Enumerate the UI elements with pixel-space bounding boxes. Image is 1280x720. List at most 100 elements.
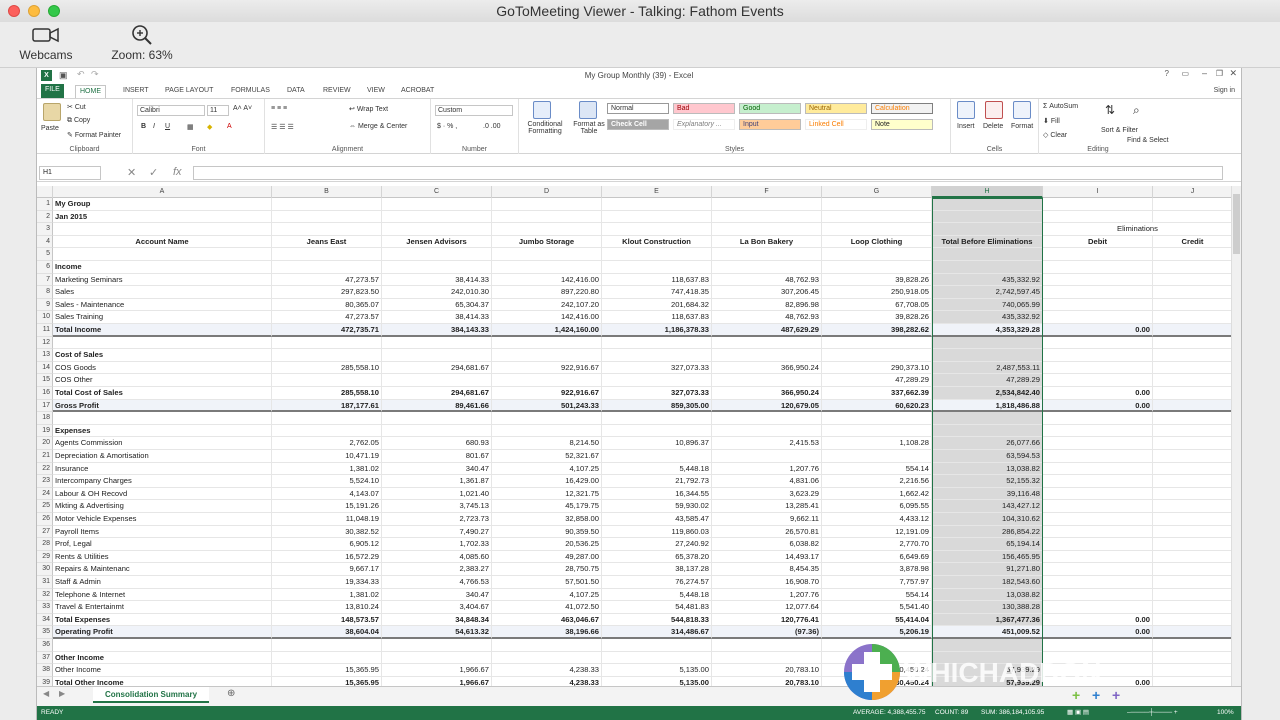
row-number[interactable]: 2: [37, 210, 53, 224]
row-number[interactable]: 39: [37, 676, 53, 686]
italic-button[interactable]: I: [153, 123, 155, 130]
cell-i13[interactable]: [1043, 349, 1153, 362]
cell-a29[interactable]: Rents & Utilities: [53, 550, 272, 564]
cell-f11[interactable]: 487,629.29: [712, 324, 822, 337]
cell-d7[interactable]: 142,416.00: [492, 273, 602, 287]
ribbon-display-icon[interactable]: ▭: [1181, 69, 1189, 78]
cell-c28[interactable]: 1,702.33: [382, 538, 492, 551]
row-number[interactable]: 3: [37, 223, 53, 236]
cell-g33[interactable]: 5,541.40: [822, 601, 932, 614]
column-header-b[interactable]: B: [272, 186, 382, 198]
cell-i5[interactable]: [1043, 248, 1153, 261]
cell-i9[interactable]: [1043, 298, 1153, 312]
cell-j22[interactable]: [1153, 462, 1233, 476]
cell-e36[interactable]: [602, 639, 712, 652]
column-header-e[interactable]: E: [602, 186, 712, 198]
cell-j17[interactable]: [1153, 399, 1233, 413]
cell-g11[interactable]: 398,282.62: [822, 324, 932, 337]
cell-e15[interactable]: [602, 374, 712, 387]
cell-j28[interactable]: [1153, 538, 1233, 551]
cell-i20[interactable]: [1043, 437, 1153, 450]
cell-a19[interactable]: Expenses: [53, 424, 272, 438]
cell-g27[interactable]: 12,191.09: [822, 525, 932, 539]
cell-g7[interactable]: 39,828.26: [822, 273, 932, 287]
cell-j24[interactable]: [1153, 487, 1233, 501]
cell-d20[interactable]: 8,214.50: [492, 437, 602, 450]
cell-j12[interactable]: [1153, 336, 1233, 350]
cell-j9[interactable]: [1153, 298, 1233, 312]
cell-d5[interactable]: [492, 248, 602, 261]
close-icon[interactable]: ✕: [1229, 68, 1237, 79]
font-size-select[interactable]: 11: [207, 105, 229, 116]
cell-c17[interactable]: 89,461.66: [382, 399, 492, 413]
cell-b7[interactable]: 47,273.57: [272, 273, 382, 287]
cell-d23[interactable]: 16,429.00: [492, 475, 602, 488]
cell-f27[interactable]: 26,570.81: [712, 525, 822, 539]
cell-a13[interactable]: Cost of Sales: [53, 349, 272, 362]
cell-a38[interactable]: Other Income: [53, 664, 272, 677]
cell-d4[interactable]: Jumbo Storage: [492, 235, 602, 249]
column-header-g[interactable]: G: [822, 186, 932, 198]
cell-i4[interactable]: Debit: [1043, 235, 1153, 249]
cell-d38[interactable]: 4,238.33: [492, 664, 602, 677]
cell-h35[interactable]: 451,009.52: [932, 626, 1043, 639]
cell-a17[interactable]: Gross Profit: [53, 399, 272, 413]
cell-a16[interactable]: Total Cost of Sales: [53, 387, 272, 400]
cell-h15[interactable]: 47,289.29: [932, 374, 1043, 387]
cell-b6[interactable]: [272, 261, 382, 274]
row-number[interactable]: 23: [37, 475, 53, 488]
cell-d37[interactable]: [492, 651, 602, 665]
row-number[interactable]: 18: [37, 412, 53, 425]
cell-a33[interactable]: Travel & Entertainmt: [53, 601, 272, 614]
cell-h11[interactable]: 4,353,329.28: [932, 324, 1043, 337]
cell-a35[interactable]: Operating Profit: [53, 626, 272, 639]
row-number[interactable]: 15: [37, 374, 53, 387]
cell-c9[interactable]: 65,304.37: [382, 298, 492, 312]
cell-c4[interactable]: Jensen Advisors: [382, 235, 492, 249]
add-sheet-icon[interactable]: ⊕: [227, 688, 235, 699]
cell-a28[interactable]: Prof, Legal: [53, 538, 272, 551]
row-number[interactable]: 4: [37, 235, 53, 249]
cell-i27[interactable]: [1043, 525, 1153, 539]
cell-b26[interactable]: 11,048.19: [272, 513, 382, 526]
cell-a18[interactable]: [53, 412, 272, 425]
underline-button[interactable]: U: [165, 123, 170, 130]
cell-b4[interactable]: Jeans East: [272, 235, 382, 249]
cell-h31[interactable]: 182,543.60: [932, 576, 1043, 589]
column-header-j[interactable]: J: [1153, 186, 1233, 198]
cell-f14[interactable]: 366,950.24: [712, 361, 822, 375]
cell-g18[interactable]: [822, 412, 932, 425]
cell-e30[interactable]: 38,137.28: [602, 563, 712, 576]
row-number[interactable]: 20: [37, 437, 53, 450]
merge-center-button[interactable]: ⇔ Merge & Center: [349, 123, 407, 130]
cell-c36[interactable]: [382, 639, 492, 652]
cell-e14[interactable]: 327,073.33: [602, 361, 712, 375]
cell-d3[interactable]: [492, 223, 602, 236]
font-name-select[interactable]: Calibri: [137, 105, 205, 116]
cell-c32[interactable]: 340.47: [382, 588, 492, 602]
cell-i35[interactable]: 0.00: [1043, 626, 1153, 639]
cell-b16[interactable]: 285,558.10: [272, 387, 382, 400]
cell-g29[interactable]: 6,649.69: [822, 550, 932, 564]
cell-g22[interactable]: 554.14: [822, 462, 932, 476]
cell-b11[interactable]: 472,735.71: [272, 324, 382, 337]
cell-d2[interactable]: [492, 210, 602, 224]
cell-a25[interactable]: Mkting & Advertising: [53, 500, 272, 513]
cell-c29[interactable]: 4,085.60: [382, 550, 492, 564]
tab-page-layout[interactable]: PAGE LAYOUT: [161, 85, 217, 97]
cell-c38[interactable]: 1,966.67: [382, 664, 492, 677]
style-input[interactable]: Input: [739, 119, 801, 130]
row-number[interactable]: 34: [37, 613, 53, 627]
cell-a39[interactable]: Total Other Income: [53, 676, 272, 686]
cell-j23[interactable]: [1153, 475, 1233, 488]
cell-j14[interactable]: [1153, 361, 1233, 375]
cell-i32[interactable]: [1043, 588, 1153, 602]
cell-c37[interactable]: [382, 651, 492, 665]
cell-b9[interactable]: 80,365.07: [272, 298, 382, 312]
enter-icon[interactable]: ✓: [149, 166, 158, 179]
cell-f4[interactable]: La Bon Bakery: [712, 235, 822, 249]
cell-g31[interactable]: 7,757.97: [822, 576, 932, 589]
cell-j11[interactable]: [1153, 324, 1233, 337]
copy-button[interactable]: ⧉ Copy: [67, 117, 90, 125]
cell-c31[interactable]: 4,766.53: [382, 576, 492, 589]
